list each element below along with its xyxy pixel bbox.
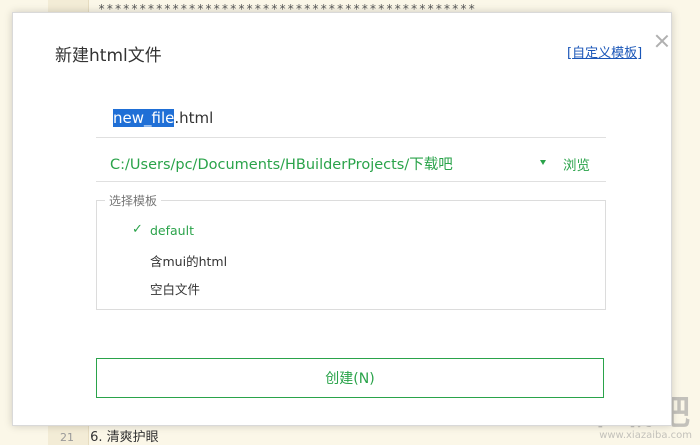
close-icon[interactable] xyxy=(654,33,670,49)
custom-template-link[interactable]: [自定义模板] xyxy=(567,42,642,61)
template-legend: 选择模板 xyxy=(105,192,162,209)
location-select[interactable]: C:/Users/pc/Documents/HBuilderProjects/下… xyxy=(96,147,606,182)
browse-button[interactable]: 浏览 xyxy=(563,154,590,174)
filename-extension: .html xyxy=(174,109,214,127)
filename-input[interactable]: new_file.html xyxy=(96,105,606,138)
bracket-close: ] xyxy=(637,46,643,61)
template-group: 选择模板 ✓ default 含mui的html 空白文件 xyxy=(96,192,606,310)
template-option-default[interactable]: default xyxy=(150,223,194,238)
watermark-url: www.xiazaiba.com xyxy=(599,430,692,441)
dialog-title: 新建html文件 xyxy=(55,46,162,66)
create-button[interactable]: 创建(N) xyxy=(96,358,604,398)
filename-selection: new_file xyxy=(113,109,175,127)
line-text: 6. 清爽护眼 xyxy=(90,430,159,445)
custom-template-label[interactable]: 自定义模板 xyxy=(572,46,637,61)
check-icon: ✓ xyxy=(132,222,143,237)
template-option-blank[interactable]: 空白文件 xyxy=(150,279,200,298)
line-number: 21 xyxy=(60,431,74,444)
chevron-down-icon[interactable] xyxy=(540,160,546,165)
filename-text[interactable]: new_file.html xyxy=(113,109,213,127)
editor-line-21: 21 6. 清爽护眼 xyxy=(60,426,159,445)
new-html-file-dialog: 新建html文件 [自定义模板] new_file.html C:/Users/… xyxy=(12,12,672,426)
template-option-mui[interactable]: 含mui的html xyxy=(150,251,227,270)
location-path[interactable]: C:/Users/pc/Documents/HBuilderProjects/下… xyxy=(110,153,453,174)
